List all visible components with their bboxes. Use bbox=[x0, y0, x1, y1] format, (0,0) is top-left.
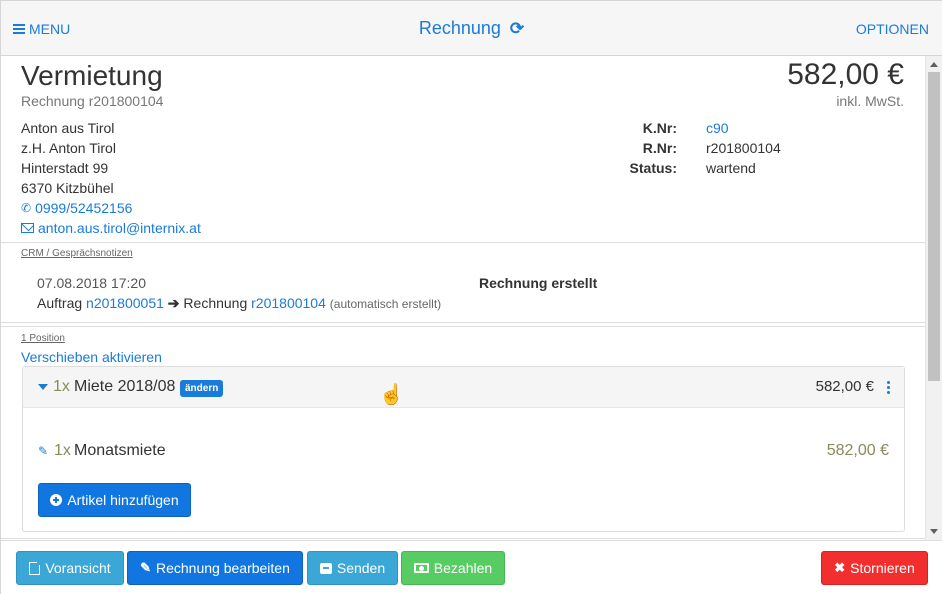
scroll-down-arrow-icon[interactable] bbox=[930, 529, 938, 534]
add-article-label: Artikel hinzufügen bbox=[67, 492, 179, 508]
document-type-title: Vermietung bbox=[21, 60, 163, 91]
invoice-number-label: R.Nr: bbox=[642, 140, 677, 156]
preview-label: Voransicht bbox=[45, 560, 111, 576]
position-group-panel: 1x Miete 2018/08 ändern 582,00 € ✎ 1x Mo… bbox=[22, 366, 905, 532]
edit-invoice-label: Rechnung bearbeiten bbox=[156, 560, 290, 576]
customer-address: Anton aus Tirol z.H. Anton Tirol Hinters… bbox=[21, 118, 201, 238]
customer-name: Anton aus Tirol bbox=[21, 120, 115, 136]
crm-entry-text: Auftrag n201800051 ➔ Rechnung r201800104… bbox=[37, 295, 441, 312]
position-count-link[interactable]: 1 Position bbox=[21, 333, 65, 344]
status-label: Status: bbox=[629, 160, 677, 176]
page-title: Rechnung ⟳ bbox=[1, 18, 942, 39]
pay-label: Bezahlen bbox=[433, 560, 493, 576]
edit-badge[interactable]: ändern bbox=[180, 380, 224, 397]
group-price: 582,00 € bbox=[815, 378, 874, 395]
invoice-link[interactable]: r201800104 bbox=[251, 295, 326, 311]
customer-email: anton.aus.tirol@internix.at bbox=[38, 220, 201, 236]
refresh-icon[interactable]: ⟳ bbox=[510, 19, 524, 39]
caret-down-icon[interactable] bbox=[38, 384, 48, 390]
pdf-file-icon bbox=[29, 560, 42, 575]
total-vat-note: inkl. MwSt. bbox=[836, 93, 904, 109]
cancel-invoice-button[interactable]: ✖ Stornieren bbox=[821, 551, 928, 585]
position-group-header[interactable]: 1x Miete 2018/08 ändern 582,00 € bbox=[23, 367, 904, 408]
more-options-icon[interactable] bbox=[887, 381, 890, 394]
top-navbar: MENU Rechnung ⟳ OPTIONEN bbox=[0, 0, 942, 56]
send-button[interactable]: Senden bbox=[307, 551, 398, 585]
action-toolbar: Voransicht ✎ Rechnung bearbeiten Senden … bbox=[0, 540, 942, 594]
phone-icon: ✆ bbox=[21, 201, 32, 215]
crm-auto-note: (automatisch erstellt) bbox=[329, 297, 442, 311]
pay-button[interactable]: Bezahlen bbox=[401, 551, 505, 585]
hand-pointer-cursor-icon: ☝ bbox=[379, 384, 404, 406]
close-icon: ✖ bbox=[834, 560, 846, 575]
divider bbox=[1, 538, 925, 539]
pencil-icon[interactable]: ✎ bbox=[38, 444, 48, 458]
envelope-icon bbox=[21, 223, 34, 233]
vertical-scrollbar[interactable] bbox=[925, 56, 942, 540]
customer-street: Hinterstadt 99 bbox=[21, 160, 109, 176]
customer-email-link[interactable]: anton.aus.tirol@internix.at bbox=[21, 218, 201, 238]
customer-attention: z.H. Anton Tirol bbox=[21, 140, 116, 156]
document-subtitle: Rechnung r201800104 bbox=[21, 93, 164, 109]
crm-entry-date: 07.08.2018 17:20 bbox=[37, 275, 146, 291]
line-item-price: 582,00 € bbox=[826, 442, 889, 459]
scrollbar-thumb[interactable] bbox=[928, 72, 940, 381]
customer-phone-link[interactable]: ✆ 0999/52452156 bbox=[21, 198, 201, 218]
invoice-meta: K.Nr: c90 R.Nr: r201800104 Status: warte… bbox=[601, 118, 781, 178]
order-link[interactable]: n201800051 bbox=[86, 295, 164, 311]
divider bbox=[1, 326, 925, 327]
money-icon bbox=[413, 563, 429, 573]
arrow-right-icon: ➔ bbox=[167, 295, 180, 311]
main-content: Vermietung Rechnung r201800104 582,00 € … bbox=[0, 56, 925, 540]
line-item-name[interactable]: Monatsmiete bbox=[74, 442, 166, 460]
plus-circle-icon bbox=[50, 494, 63, 506]
crm-from-label: Auftrag bbox=[37, 295, 83, 311]
group-name: Miete 2018/08 bbox=[74, 378, 176, 395]
total-amount: 582,00 € bbox=[787, 58, 904, 91]
add-article-button[interactable]: Artikel hinzufügen bbox=[38, 483, 191, 517]
cancel-invoice-label: Stornieren bbox=[850, 560, 915, 576]
divider bbox=[1, 322, 925, 323]
customer-city: 6370 Kitzbühel bbox=[21, 180, 114, 196]
customer-number-label: K.Nr: bbox=[642, 120, 677, 136]
invoice-number: r201800104 bbox=[706, 140, 781, 156]
pencil-icon: ✎ bbox=[140, 560, 151, 575]
page-title-text: Rechnung bbox=[418, 18, 501, 38]
activate-move-link[interactable]: Verschieben aktivieren bbox=[21, 349, 162, 365]
scroll-up-arrow-icon[interactable] bbox=[930, 62, 938, 67]
crm-entry-title: Rechnung erstellt bbox=[479, 275, 598, 291]
preview-button[interactable]: Voransicht bbox=[16, 551, 124, 585]
customer-number-link[interactable]: c90 bbox=[706, 118, 729, 138]
crm-section-link[interactable]: CRM / Gesprächsnotizen bbox=[21, 248, 133, 259]
crm-to-label: Rechnung bbox=[183, 295, 248, 311]
customer-phone: 0999/52452156 bbox=[35, 200, 133, 216]
status-value: wartend bbox=[706, 160, 756, 176]
edit-invoice-button[interactable]: ✎ Rechnung bearbeiten bbox=[127, 551, 303, 585]
send-icon bbox=[319, 562, 332, 574]
line-quantity: 1x bbox=[54, 442, 71, 459]
group-quantity: 1x bbox=[53, 378, 70, 395]
options-button[interactable]: OPTIONEN bbox=[856, 21, 929, 37]
send-label: Senden bbox=[336, 560, 386, 576]
divider bbox=[1, 242, 925, 243]
